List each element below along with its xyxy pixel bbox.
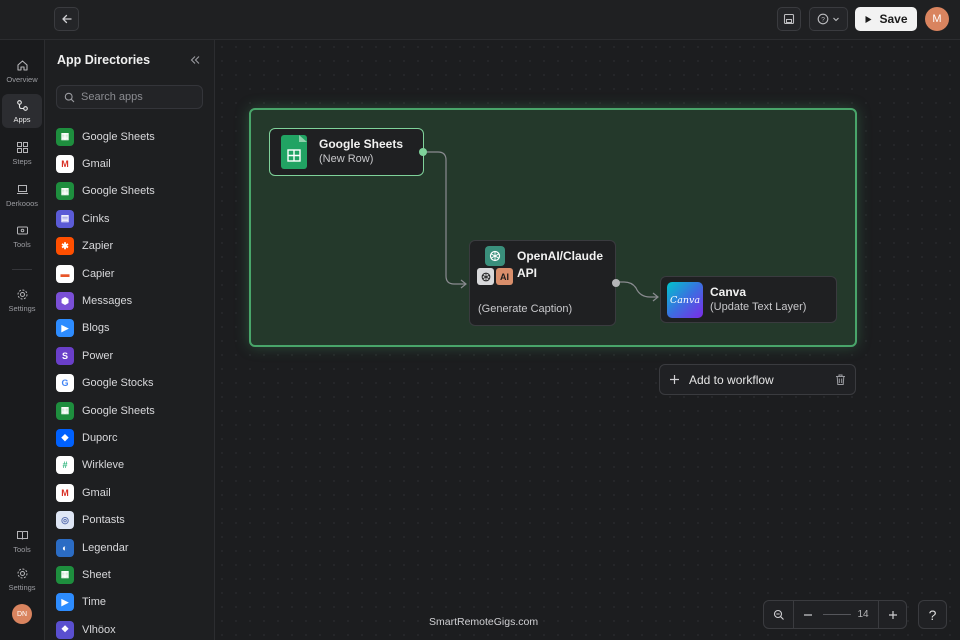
node-google-sheets[interactable]: Google Sheets (New Row)	[269, 128, 427, 176]
zoom-out-button[interactable]	[794, 601, 822, 628]
minus-icon	[804, 613, 812, 616]
output-port[interactable]	[419, 148, 427, 156]
zoom-slider-track	[823, 614, 851, 615]
canva-logo-icon: Canva	[667, 282, 703, 318]
node-canva[interactable]: Canva Canva (Update Text Layer)	[660, 276, 837, 323]
add-to-workflow-button[interactable]: Add to workflow	[659, 364, 856, 395]
node-subtitle: (Generate Caption)	[478, 303, 573, 315]
plus-icon	[670, 375, 679, 384]
connector-openai-to-canva	[616, 281, 658, 298]
connector-sheets-to-openai	[424, 151, 466, 285]
node-title-line2: API	[517, 266, 538, 280]
zoom-fit-button[interactable]	[764, 601, 794, 628]
watermark: SmartRemoteGigs.com	[429, 616, 539, 628]
sheets-icon	[281, 135, 307, 169]
zoom-value: 14	[857, 609, 869, 620]
node-openai-claude[interactable]: AI OpenAI/Claude API (Generate Caption)	[469, 240, 620, 326]
node-title: Google Sheets	[319, 137, 404, 151]
help-button[interactable]: ?	[918, 600, 947, 629]
trash-icon[interactable]	[834, 373, 847, 386]
node-subtitle: (New Row)	[319, 153, 374, 165]
openai-small-icon	[477, 268, 494, 285]
node-title: OpenAI/Claude	[517, 249, 604, 263]
node-subtitle: (Update Text Layer)	[710, 301, 807, 313]
zoom-search-icon	[773, 609, 784, 620]
claude-ai-badge: AI	[496, 268, 513, 285]
add-to-workflow-label: Add to workflow	[689, 372, 774, 387]
output-port[interactable]	[612, 279, 620, 287]
zoom-in-button[interactable]	[878, 601, 906, 628]
zoom-controls: 14	[763, 600, 907, 629]
openai-icon	[485, 246, 505, 266]
node-title: Canva	[710, 285, 747, 299]
plus-icon	[888, 610, 897, 619]
zoom-slider[interactable]	[822, 601, 852, 628]
